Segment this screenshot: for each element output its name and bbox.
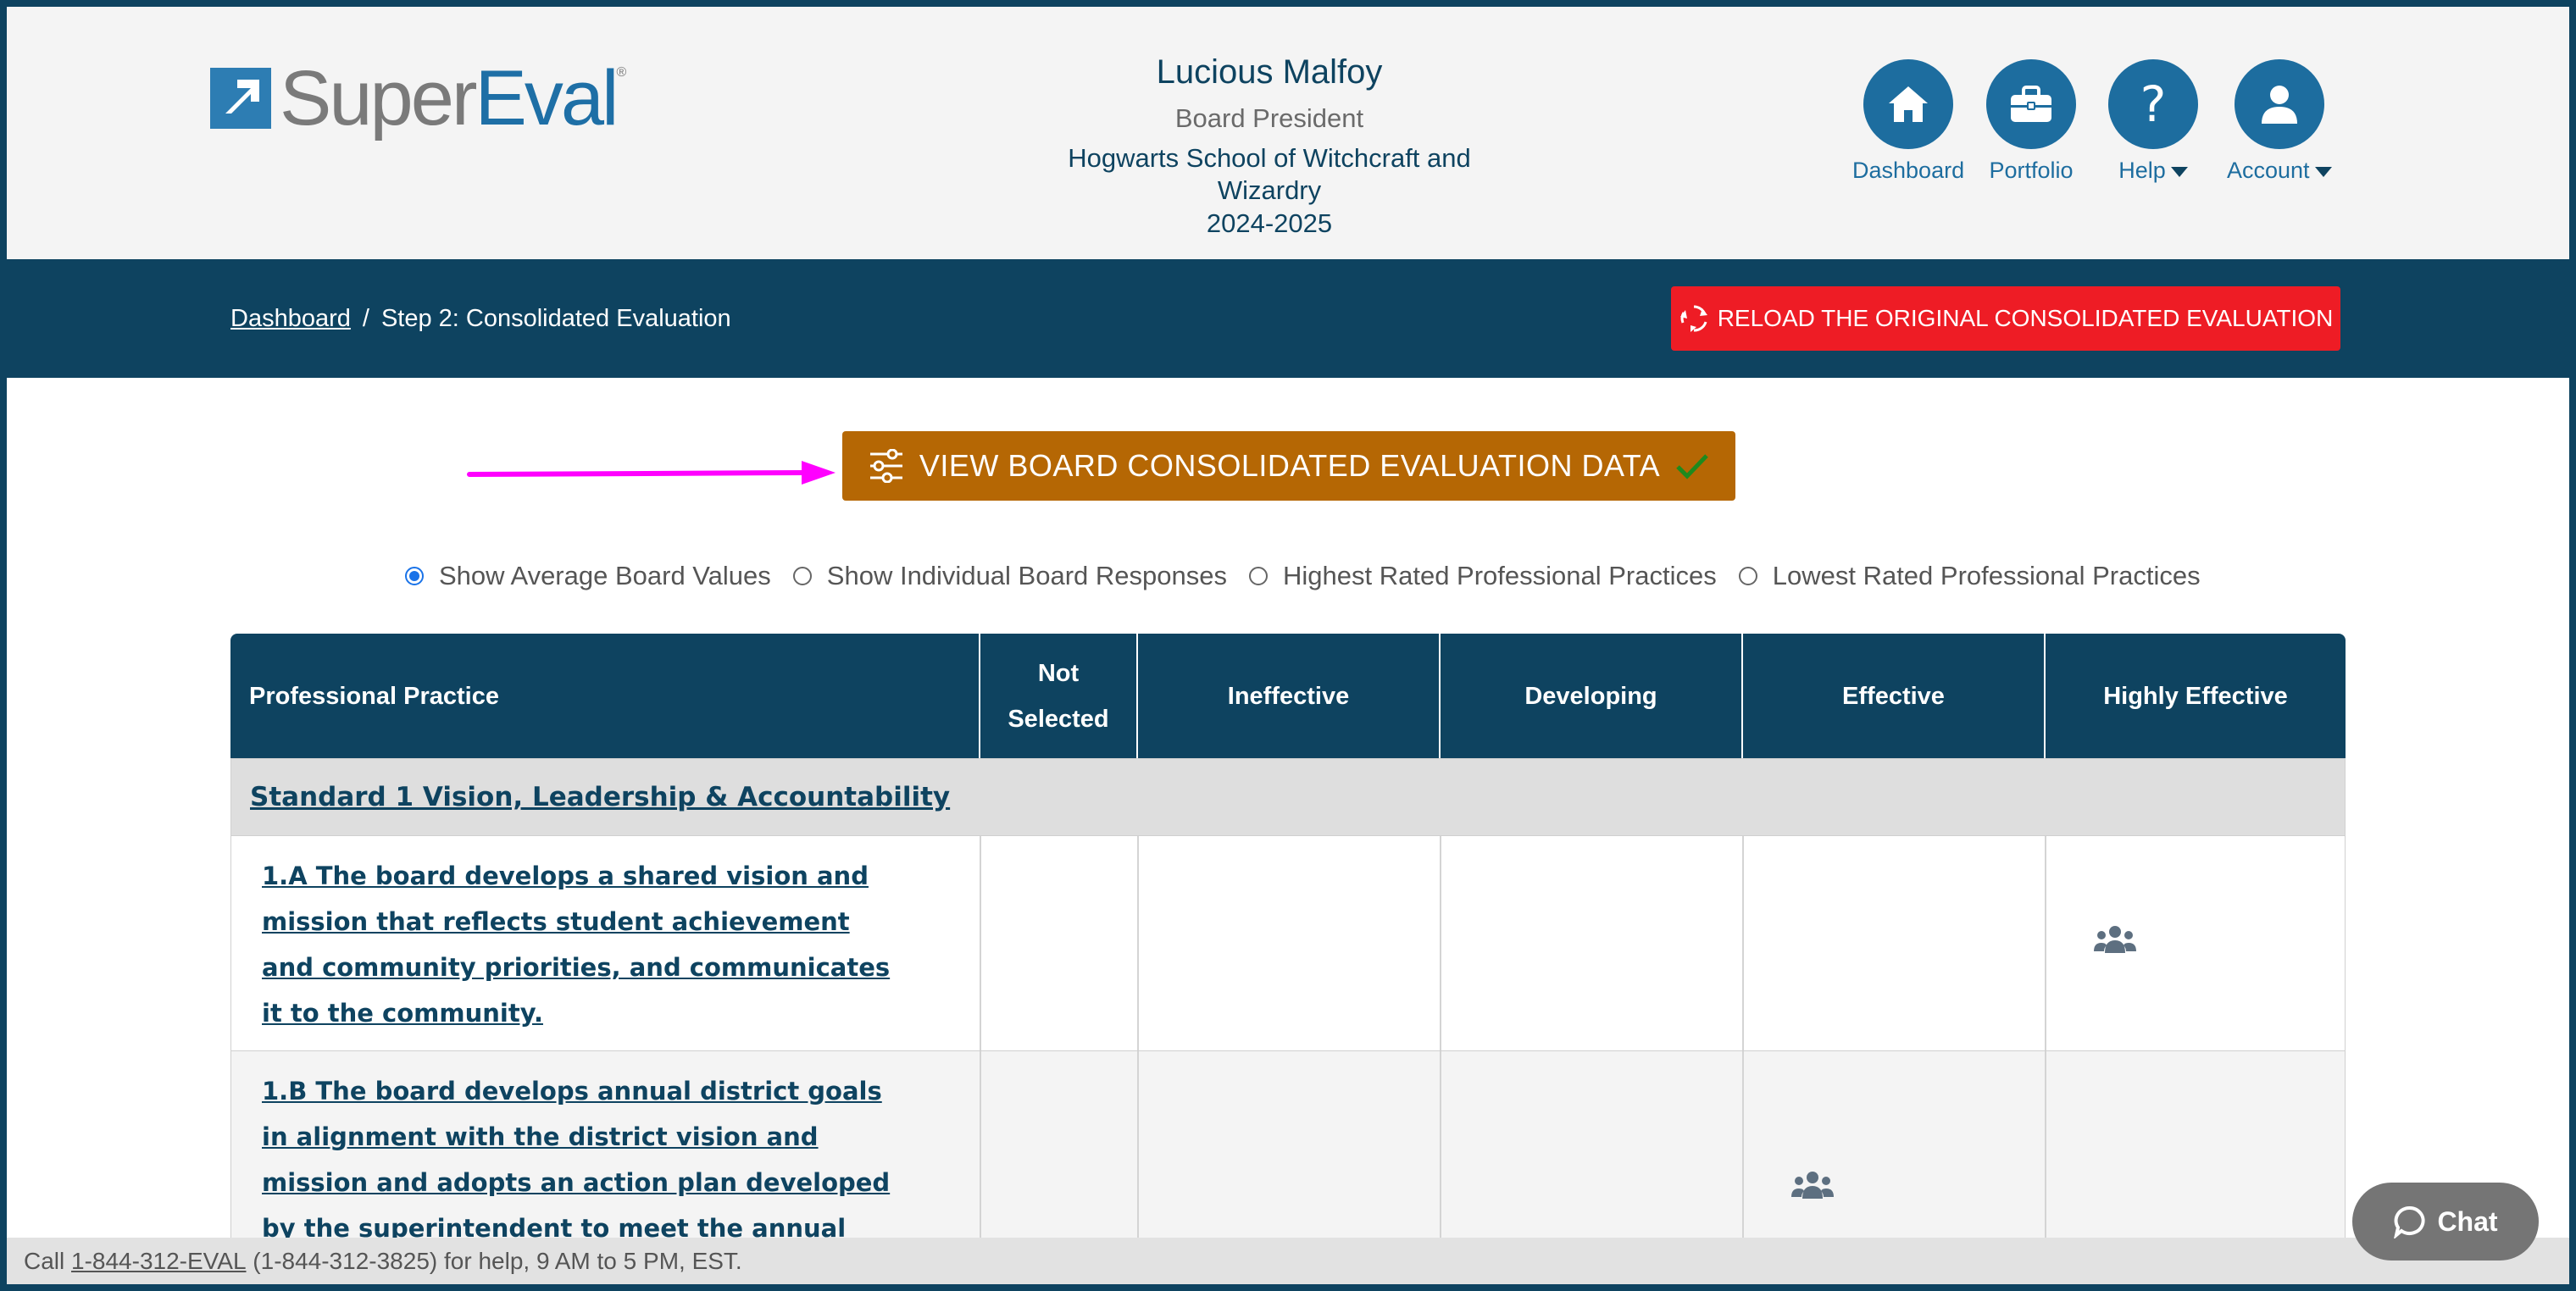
effective-cell [1742, 836, 2045, 1050]
developing-cell [1440, 836, 1742, 1050]
radio-selected-icon[interactable] [405, 567, 424, 585]
radio-average-values[interactable]: Show Average Board Values [405, 561, 771, 591]
logo-registered-mark: ® [616, 65, 626, 80]
radio-individual-responses-label: Show Individual Board Responses [826, 561, 1227, 590]
user-school-line1: Hogwarts School of Witchcraft and [1068, 143, 1471, 173]
nav-portfolio-label: Portfolio [1989, 158, 2074, 183]
chat-button[interactable]: Chat [2352, 1183, 2539, 1261]
caret-down-icon [2314, 166, 2332, 177]
radio-lowest-rated[interactable]: Lowest Rated Professional Practices [1738, 561, 2201, 591]
breadcrumb-dashboard-link[interactable]: Dashboard [230, 305, 351, 333]
col-ineffective: Ineffective [1136, 634, 1439, 758]
caret-down-icon [2170, 166, 2188, 177]
standard-row: Standard 1 Vision, Leadership & Accounta… [230, 758, 2346, 836]
briefcase-icon [1986, 59, 2076, 149]
chat-bubble-icon [2394, 1205, 2426, 1238]
highly-effective-cell [2045, 836, 2346, 1050]
reload-consolidated-evaluation-button[interactable]: RELOAD THE ORIGINAL CONSOLIDATED EVALUAT… [1671, 286, 2340, 351]
home-icon [1863, 59, 1954, 149]
view-options: Show Average Board Values Show Individua… [405, 561, 2223, 591]
practice-cell: 1.A The board develops a shared vision a… [231, 836, 980, 1050]
checkmark-icon [1675, 452, 1709, 479]
nav-account-button[interactable]: Account [2227, 59, 2332, 184]
radio-lowest-rated-label: Lowest Rated Professional Practices [1772, 561, 2201, 590]
reload-icon [1679, 305, 1707, 332]
nav-portfolio-button[interactable]: Portfolio [1986, 59, 2076, 184]
col-developing: Developing [1439, 634, 1741, 758]
logo-mark-icon [210, 68, 271, 129]
user-name: Lucious Malfoy [1156, 53, 1383, 91]
not-selected-cell [980, 836, 1137, 1050]
col-highly-effective: Highly Effective [2044, 634, 2346, 758]
radio-highest-rated-label: Highest Rated Professional Practices [1282, 561, 1717, 590]
chat-label: Chat [2437, 1205, 2498, 1237]
table-row: 1.A The board develops a shared vision a… [230, 836, 2346, 1051]
view-button-label: VIEW BOARD CONSOLIDATED EVALUATION DATA [919, 448, 1661, 483]
user-school-line2: Wizardry [1217, 175, 1322, 205]
col-not-selected: Not Selected [979, 634, 1136, 758]
header: SuperEval® Lucious Malfoy Board Presiden… [7, 7, 2569, 259]
table-header: Professional Practice Not Selected Ineffe… [230, 634, 2346, 758]
nav-dashboard-label: Dashboard [1852, 158, 1965, 183]
user-info: Lucious Malfoy Board President Hogwarts … [1015, 53, 1524, 239]
radio-individual-responses[interactable]: Show Individual Board Responses [792, 561, 1227, 591]
nav-help-label: Help [2118, 158, 2188, 184]
standard-link[interactable]: Standard 1 Vision, Leadership & Accounta… [250, 782, 950, 812]
logo-text-eval: Eval [475, 55, 619, 141]
user-role: Board President [1174, 103, 1364, 133]
radio-unselected-icon[interactable] [1738, 567, 1757, 585]
footer-phone-link[interactable]: 1-844-312-EVAL [71, 1248, 247, 1275]
breadcrumb-current: Step 2: Consolidated Evaluation [380, 304, 731, 332]
view-board-consolidated-data-button[interactable]: VIEW BOARD CONSOLIDATED EVALUATION DATA [842, 431, 1735, 501]
nav-account-text: Account [2227, 158, 2310, 183]
school-year: 2024-2025 [1206, 208, 1333, 238]
board-group-icon [1791, 1172, 1834, 1199]
question-icon: ? [2108, 59, 2198, 149]
footer-suffix: (1-844-312-3825) for help, 9 AM to 5 PM,… [253, 1247, 742, 1274]
nav-dashboard-button[interactable]: Dashboard [1852, 59, 1964, 184]
breadcrumb-separator: / [362, 304, 369, 332]
logo-text: SuperEval® [280, 59, 626, 137]
radio-average-values-label: Show Average Board Values [439, 561, 771, 590]
reload-button-label: RELOAD THE ORIGINAL CONSOLIDATED EVALUAT… [1717, 305, 2334, 331]
radio-unselected-icon[interactable] [1248, 567, 1268, 585]
col-not-selected-line2: Selected [1008, 705, 1109, 733]
user-icon [2234, 59, 2324, 149]
col-effective: Effective [1741, 634, 2044, 758]
ineffective-cell [1137, 836, 1440, 1050]
col-professional-practice: Professional Practice [249, 682, 499, 710]
annotation-arrow [467, 461, 836, 485]
nav-help-text: Help [2118, 158, 2166, 183]
logo-text-super: Super [280, 55, 477, 141]
help-footer: Call 1-844-312-EVAL (1-844-312-3825) for… [7, 1238, 2569, 1284]
col-not-selected-line1: Not [1037, 659, 1080, 687]
radio-unselected-icon[interactable] [792, 567, 812, 585]
sliders-icon [869, 449, 904, 483]
page-frame: SuperEval® Lucious Malfoy Board Presiden… [7, 7, 2569, 1284]
nav-help-button[interactable]: ? Help [2108, 59, 2198, 184]
nav-account-label: Account [2227, 158, 2332, 184]
breadcrumb: Dashboard / Step 2: Consolidated Evaluat… [230, 259, 731, 378]
user-school: Hogwarts School of Witchcraft and Wizard… [1015, 142, 1524, 207]
superEval-logo[interactable]: SuperEval® [210, 59, 626, 137]
practice-link-1a[interactable]: 1.A The board develops a shared vision a… [262, 853, 906, 1036]
footer-prefix: Call [24, 1247, 65, 1274]
radio-highest-rated[interactable]: Highest Rated Professional Practices [1248, 561, 1717, 591]
board-group-icon [2094, 926, 2136, 953]
